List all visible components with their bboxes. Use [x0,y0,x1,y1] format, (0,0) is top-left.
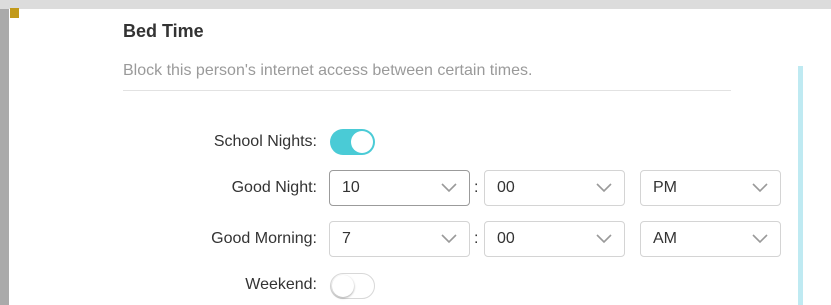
section-description: Block this person's internet access betw… [123,62,533,79]
time-separator: : [474,230,479,247]
good-night-minute-select[interactable]: 00 [484,170,625,206]
good-morning-minute-select[interactable]: 00 [484,221,625,257]
good-morning-minute-value: 00 [497,230,515,247]
chevron-down-icon [596,183,612,193]
good-morning-hour-value: 7 [342,230,351,247]
window-top-border [0,0,831,9]
good-night-label: Good Night: [231,179,317,196]
good-morning-period-value: AM [653,230,677,247]
school-nights-toggle[interactable] [330,129,375,155]
good-night-minute-value: 00 [497,179,515,196]
chevron-down-icon [596,234,612,244]
good-morning-label: Good Morning: [211,230,317,247]
time-separator: : [474,179,479,196]
section-title: Bed Time [123,21,204,41]
chevron-down-icon [752,234,768,244]
good-morning-period-select[interactable]: AM [640,221,781,257]
school-nights-label: School Nights: [213,133,317,150]
weekend-label: Weekend: [245,276,317,293]
vertical-scrollbar[interactable] [798,66,803,305]
good-morning-hour-select[interactable]: 7 [329,221,470,257]
weekend-toggle[interactable] [330,273,375,299]
chevron-down-icon [441,234,457,244]
window-left-border [0,9,9,305]
section-divider [123,90,731,91]
good-night-hour-select[interactable]: 10 [329,170,470,206]
chevron-down-icon [752,183,768,193]
chevron-down-icon [441,183,457,193]
good-night-period-value: PM [653,179,677,196]
good-night-period-select[interactable]: PM [640,170,781,206]
toggle-knob [332,275,354,297]
corner-accent-mark [10,8,19,18]
good-night-hour-value: 10 [342,179,360,196]
toggle-knob [351,131,373,153]
